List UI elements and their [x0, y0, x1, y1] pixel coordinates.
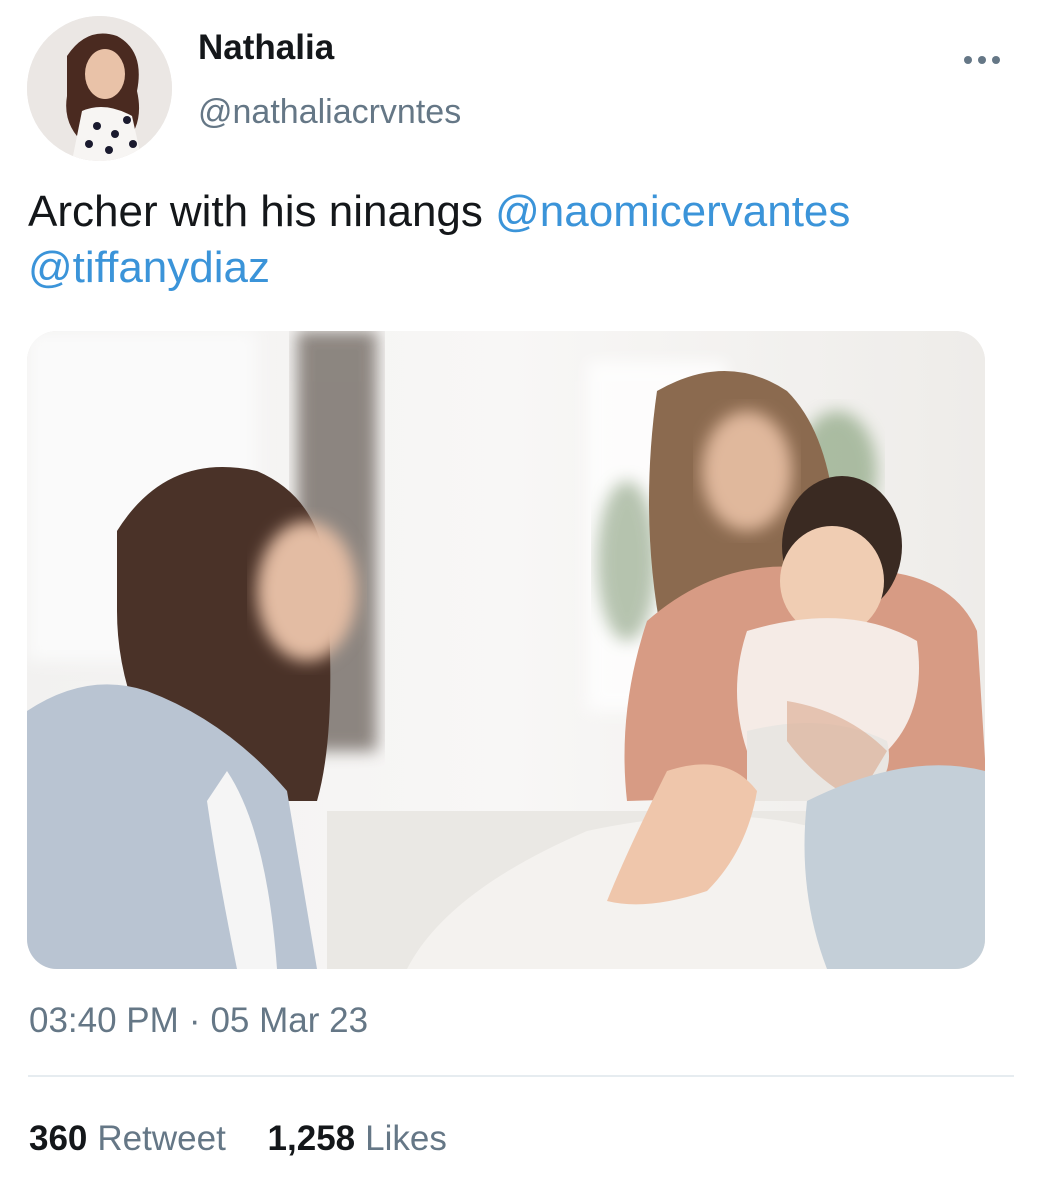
user-handle[interactable]: @nathaliacrvntes: [198, 92, 461, 132]
display-name[interactable]: Nathalia: [198, 28, 334, 68]
engagement-stats: 360 Retweet 1,258 Likes: [29, 1117, 447, 1161]
retweet-label: Retweet: [97, 1119, 226, 1158]
mention-link[interactable]: @tiffanydiaz: [28, 243, 270, 292]
photo-image: [27, 331, 985, 969]
tweet-photo[interactable]: [27, 331, 985, 969]
more-button[interactable]: [958, 44, 1006, 76]
tweet-card: Nathalia @nathaliacrvntes Archer with hi…: [0, 0, 1042, 1200]
avatar-image: [27, 16, 172, 161]
mention-link[interactable]: @naomicervantes: [495, 187, 850, 236]
likes-count-link[interactable]: 1,258 Likes: [268, 1117, 447, 1161]
tweet-body: Archer with his ninangs: [28, 187, 483, 236]
retweet-count: 360: [29, 1119, 88, 1158]
tweet-date: 05 Mar 23: [210, 1001, 369, 1040]
tweet-time: 03:40 PM: [29, 1001, 179, 1040]
likes-label: Likes: [365, 1119, 447, 1158]
tweet-text: Archer with his ninangs @naomicervantes …: [28, 184, 1018, 296]
divider: [28, 1075, 1014, 1077]
likes-count: 1,258: [267, 1119, 356, 1158]
tweet-timestamp[interactable]: 03:40 PM · 05 Mar 23: [29, 1000, 368, 1042]
avatar[interactable]: [27, 16, 172, 161]
meta-separator: ·: [188, 1001, 201, 1040]
more-horizontal-icon: [964, 56, 1000, 64]
retweet-count-link[interactable]: 360 Retweet: [29, 1117, 226, 1161]
